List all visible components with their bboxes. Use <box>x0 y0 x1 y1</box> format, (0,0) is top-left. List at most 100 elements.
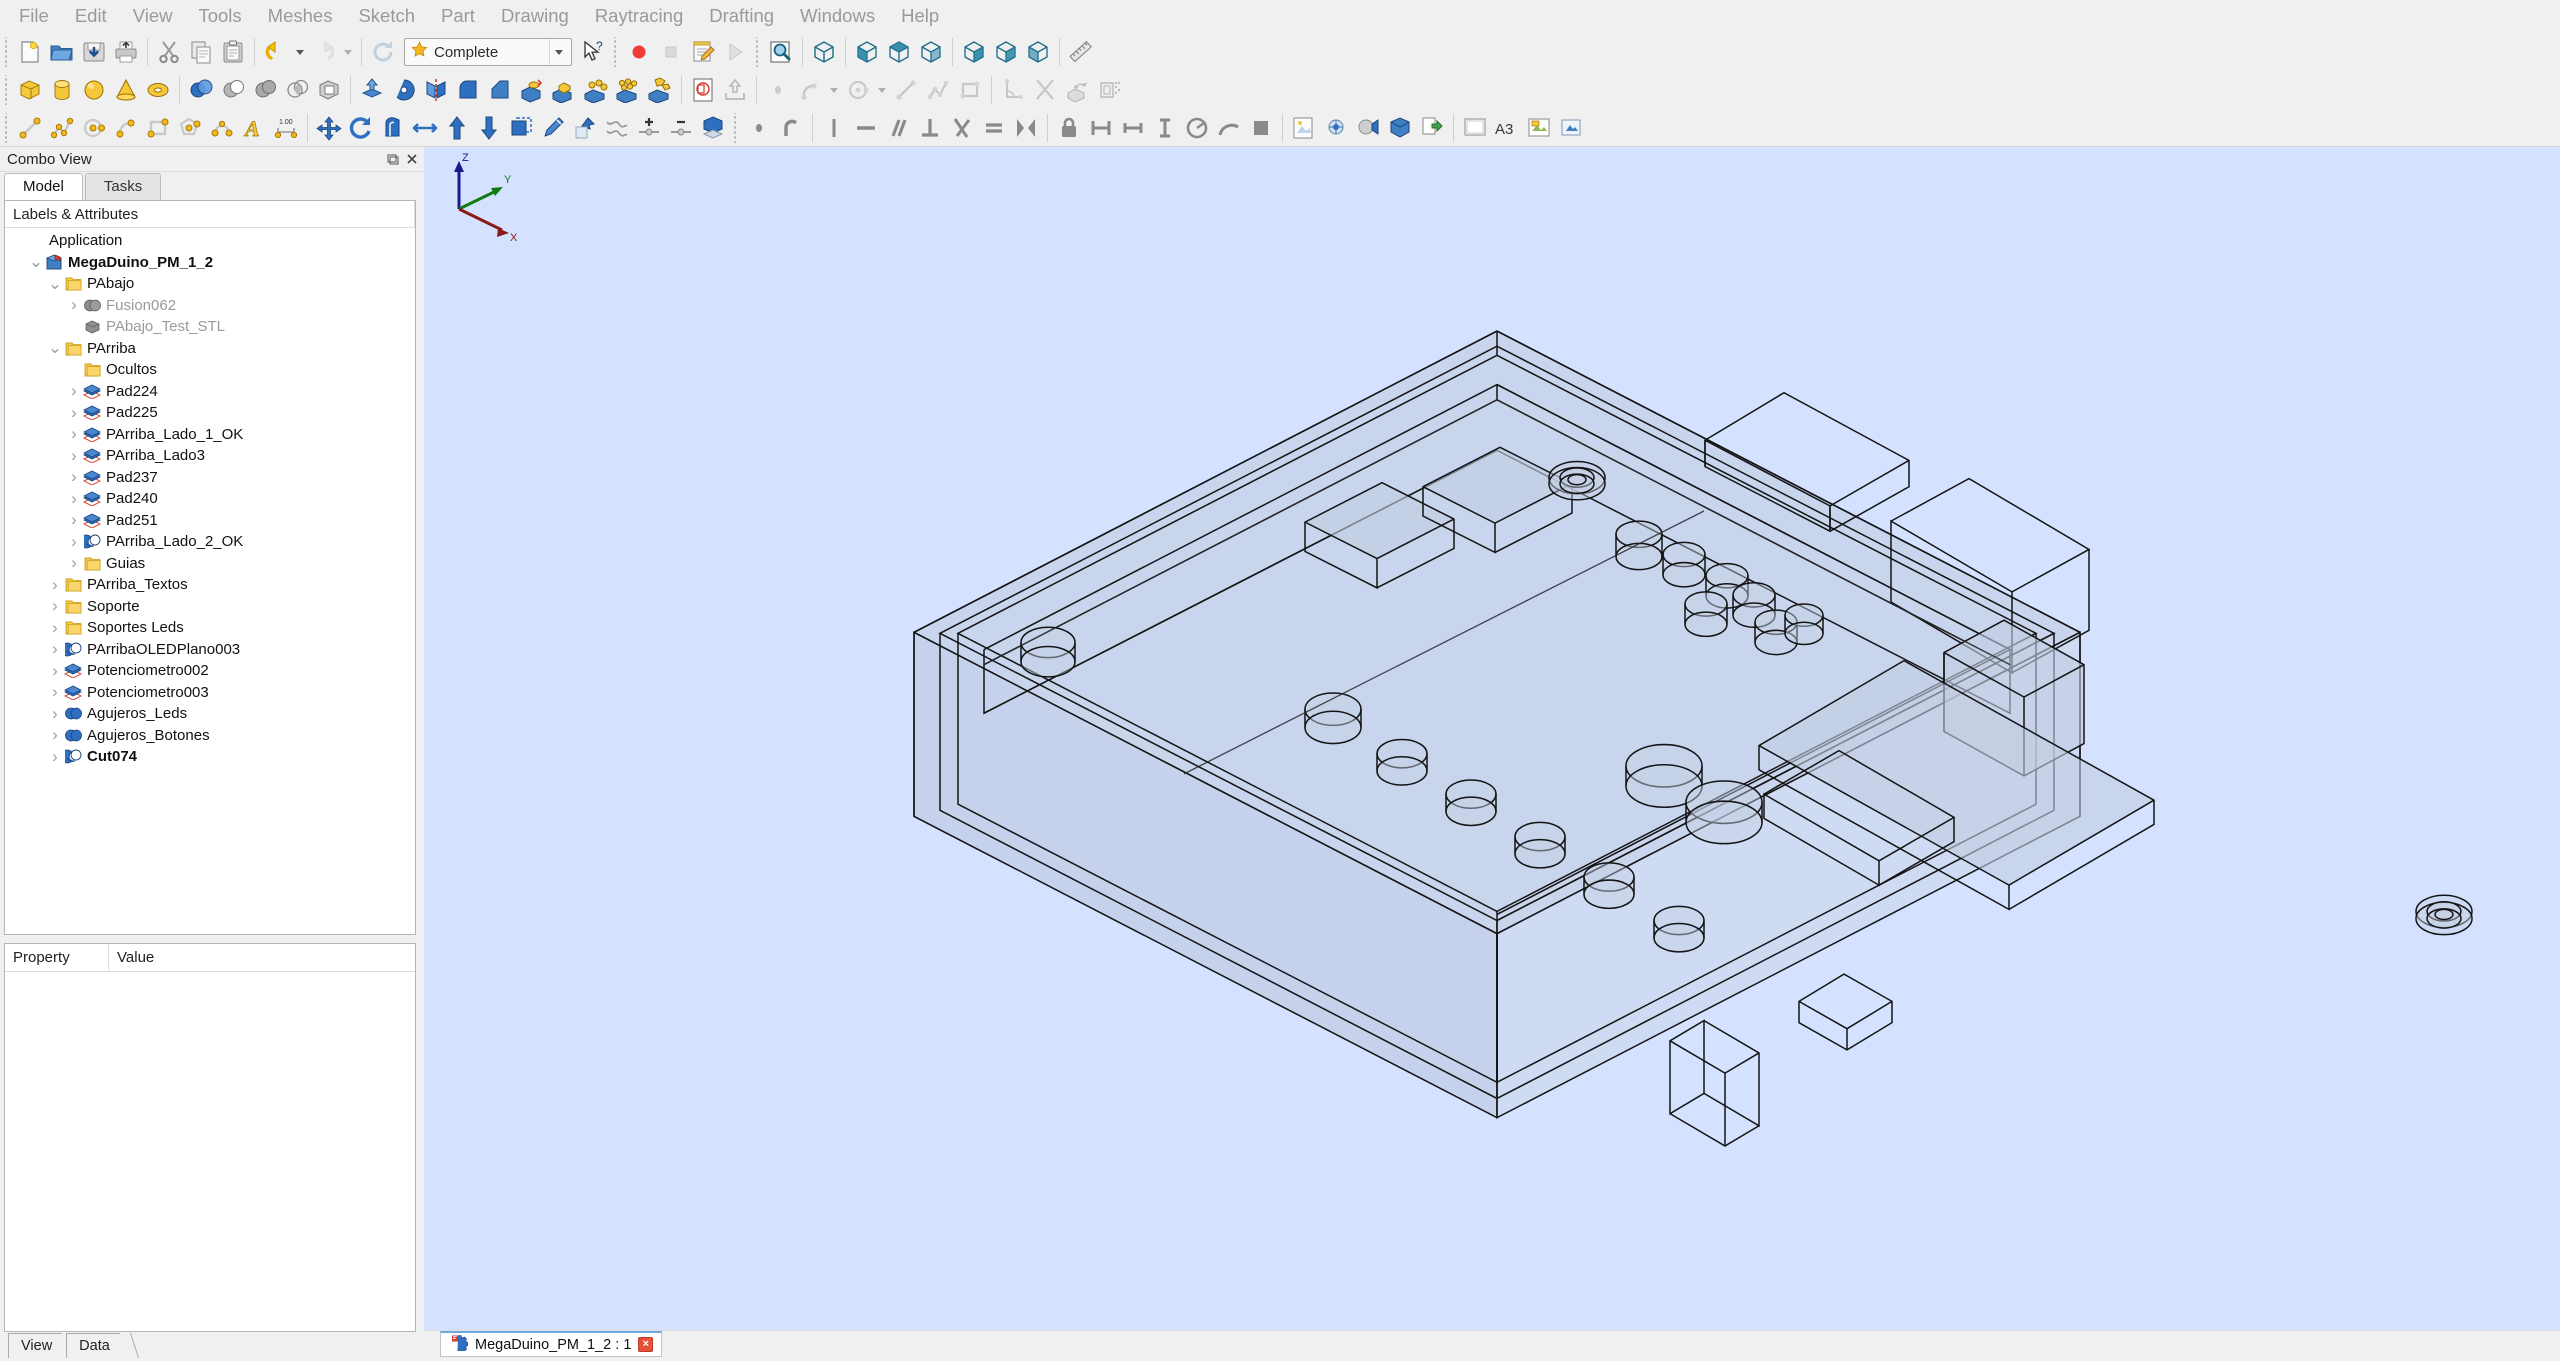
property-tab-data[interactable]: Data <box>66 1333 126 1358</box>
menu-item-meshes[interactable]: Meshes <box>255 4 346 29</box>
constraint-tangent-button[interactable] <box>775 112 807 144</box>
draft-add-point-button[interactable] <box>601 112 633 144</box>
constraint-distance-x-button[interactable] <box>1117 112 1149 144</box>
box-primitive-button[interactable] <box>14 74 46 106</box>
tree-item[interactable]: › Fusion062 <box>5 295 415 317</box>
constraint-distance-y-button[interactable] <box>1149 112 1181 144</box>
menu-item-edit[interactable]: Edit <box>62 4 120 29</box>
close-document-button[interactable]: × <box>638 1337 654 1352</box>
toolbar-grip[interactable] <box>2 75 11 105</box>
menu-item-file[interactable]: File <box>6 4 62 29</box>
tab-tasks[interactable]: Tasks <box>84 173 162 200</box>
tree-item[interactable]: › Agujeros_Botones <box>5 725 415 747</box>
chevron-right-icon[interactable]: › <box>47 747 63 767</box>
tree-item[interactable]: Ocultos <box>5 359 415 381</box>
toolbar-grip[interactable] <box>2 37 11 67</box>
print-document-button[interactable] <box>110 36 142 68</box>
thickness-button[interactable] <box>516 74 548 106</box>
tree-item[interactable]: › Potenciometro002 <box>5 660 415 682</box>
menu-item-drafting[interactable]: Drafting <box>696 4 787 29</box>
menu-item-raytracing[interactable]: Raytracing <box>582 4 696 29</box>
chevron-down-icon[interactable]: ⌄ <box>28 253 44 270</box>
menu-item-part[interactable]: Part <box>428 4 488 29</box>
torus-primitive-button[interactable] <box>142 74 174 106</box>
workbench-selector[interactable]: Complete <box>404 38 572 66</box>
chevron-right-icon[interactable]: › <box>47 725 63 745</box>
draft-polygon-button[interactable] <box>174 112 206 144</box>
tab-model[interactable]: Model <box>4 173 83 200</box>
chevron-right-icon[interactable]: › <box>66 532 82 552</box>
float-panel-button[interactable] <box>385 151 401 167</box>
toolbar-grip[interactable] <box>611 37 620 67</box>
cylinder-primitive-button[interactable] <box>46 74 78 106</box>
tree-item[interactable]: › Cut074 <box>5 746 415 768</box>
draft-move-button[interactable] <box>313 112 345 144</box>
offset-shape-button[interactable] <box>548 74 580 106</box>
axonometric-view-button[interactable] <box>808 36 840 68</box>
chevron-right-icon[interactable]: › <box>47 661 63 681</box>
macro-record-button[interactable] <box>623 36 655 68</box>
property-editor-rows[interactable] <box>5 972 415 1331</box>
toolbar-grip[interactable] <box>2 112 11 143</box>
drawing-page-button[interactable] <box>687 74 719 106</box>
loft-button[interactable] <box>612 74 644 106</box>
left-view-button[interactable] <box>1022 36 1054 68</box>
menu-item-windows[interactable]: Windows <box>787 4 888 29</box>
chevron-right-icon[interactable]: › <box>66 295 82 315</box>
fit-all-button[interactable] <box>765 36 797 68</box>
draft-dimension-button[interactable]: 1.00 <box>270 112 302 144</box>
cut-button[interactable] <box>153 36 185 68</box>
union-shape-button[interactable] <box>249 74 281 106</box>
property-tab-view[interactable]: View <box>8 1333 69 1358</box>
drawing-symbol-button[interactable] <box>1555 112 1587 144</box>
menu-item-view[interactable]: View <box>120 4 186 29</box>
tree-item[interactable]: Application <box>5 230 415 252</box>
ruled-surface-button[interactable] <box>580 74 612 106</box>
sweep-button[interactable] <box>644 74 676 106</box>
boolean-button[interactable] <box>185 74 217 106</box>
constraint-lock-button[interactable] <box>1053 112 1085 144</box>
draft-plus-point-button[interactable] <box>633 112 665 144</box>
chevron-down-icon[interactable]: ⌄ <box>47 275 63 292</box>
draft-text-button[interactable]: A <box>238 112 270 144</box>
draft-minus-point-button[interactable] <box>665 112 697 144</box>
draft-shape2dview-button[interactable] <box>697 112 729 144</box>
tree-item[interactable]: › PArriba_Lado3 <box>5 445 415 467</box>
draft-upgrade-button[interactable] <box>441 112 473 144</box>
raytracing-project-button[interactable] <box>1288 112 1320 144</box>
chevron-right-icon[interactable]: › <box>66 467 82 487</box>
tree-item[interactable]: ⌄ PArriba <box>5 338 415 360</box>
save-document-button[interactable] <box>78 36 110 68</box>
close-panel-button[interactable] <box>404 151 420 167</box>
tree-item[interactable]: › Pad225 <box>5 402 415 424</box>
menu-item-drawing[interactable]: Drawing <box>488 4 582 29</box>
menu-item-help[interactable]: Help <box>888 4 952 29</box>
constraint-block-button[interactable] <box>1245 112 1277 144</box>
tree-item[interactable]: › Pad240 <box>5 488 415 510</box>
draft-bspline-button[interactable] <box>206 112 238 144</box>
chevron-right-icon[interactable]: › <box>47 704 63 724</box>
draft-rectangle-button[interactable] <box>142 112 174 144</box>
draft-circle-button[interactable] <box>78 112 110 144</box>
chevron-right-icon[interactable]: › <box>47 596 63 616</box>
draft-line-button[interactable] <box>14 112 46 144</box>
front-view-button[interactable] <box>851 36 883 68</box>
undo-dropdown-button[interactable] <box>292 36 308 68</box>
draft-wire-to-bspline-button[interactable] <box>569 112 601 144</box>
open-document-button[interactable] <box>46 36 78 68</box>
constraint-vertical-button[interactable] <box>818 112 850 144</box>
chevron-right-icon[interactable]: › <box>47 682 63 702</box>
constraint-point-button[interactable] <box>743 112 775 144</box>
toolbar-grip[interactable] <box>753 37 762 67</box>
extrude-button[interactable] <box>356 74 388 106</box>
copy-button[interactable] <box>185 36 217 68</box>
tree-item[interactable]: › Pad251 <box>5 510 415 532</box>
chevron-down-icon[interactable]: ⌄ <box>47 339 63 356</box>
chamfer-button[interactable] <box>484 74 516 106</box>
section-shape-button[interactable] <box>313 74 345 106</box>
tree-item[interactable]: › Pad237 <box>5 467 415 489</box>
chevron-right-icon[interactable]: › <box>47 575 63 595</box>
mirror-button[interactable] <box>420 74 452 106</box>
chevron-right-icon[interactable]: › <box>66 424 82 444</box>
chevron-right-icon[interactable]: › <box>66 489 82 509</box>
